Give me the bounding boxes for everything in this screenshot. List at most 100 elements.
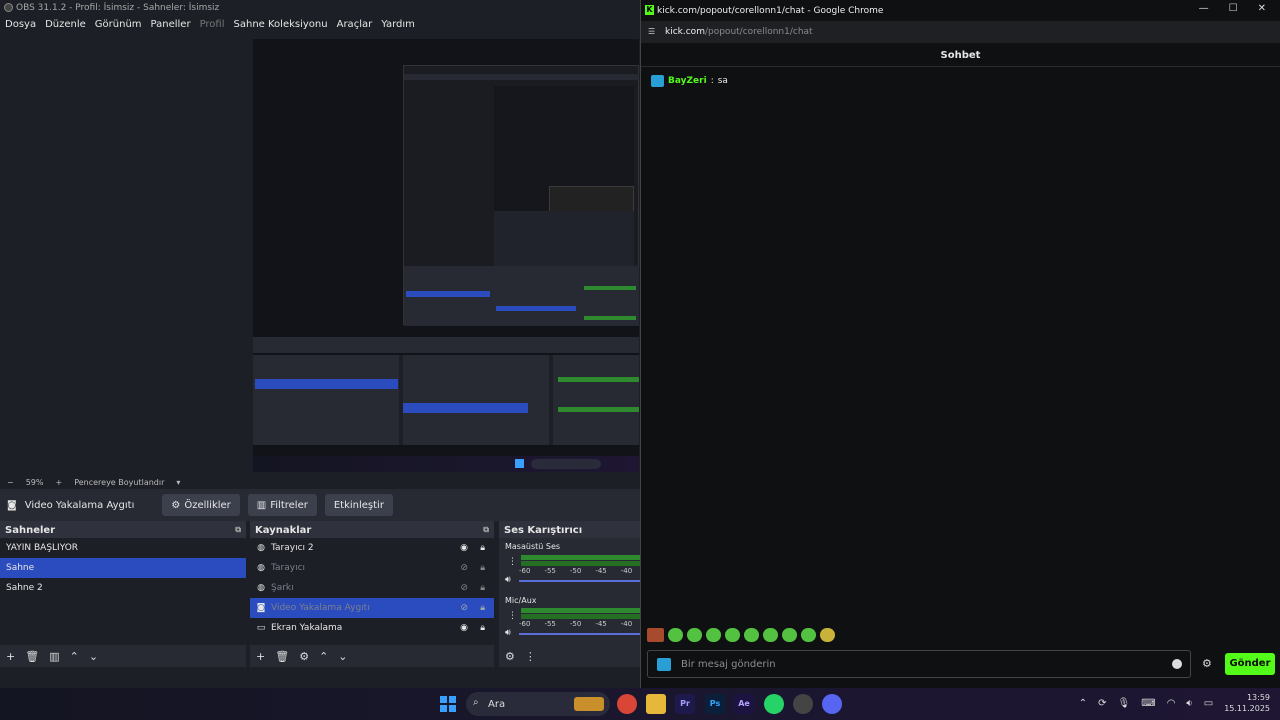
photoshop-icon[interactable]: Ps (705, 694, 725, 714)
lock-icon[interactable]: 🔒︎ (480, 583, 485, 593)
after-effects-icon[interactable]: Ae (734, 694, 754, 714)
preview-area (0, 34, 640, 474)
battery-icon[interactable]: ▭ (1204, 698, 1213, 709)
lock-icon[interactable]: 🔒︎ (480, 543, 485, 553)
emote-icon[interactable] (820, 628, 835, 642)
chat-input[interactable]: Bir mesaj gönderin (647, 650, 1191, 678)
source-name: Şarkı (271, 583, 294, 593)
emote-icon[interactable] (706, 628, 721, 642)
menu-sahne-koleksiyonu[interactable]: Sahne Koleksiyonu (234, 16, 328, 34)
source-item[interactable]: ▭ Ekran Yakalama ◉ 🔒︎ (250, 618, 494, 638)
activate-button[interactable]: Etkinleştir (324, 494, 393, 516)
eye-icon[interactable]: ◉ (460, 623, 468, 633)
context-bar: ◙ Video Yakalama Aygıtı ⚙ Özellikler ▥ Fil… (0, 489, 640, 521)
premiere-icon[interactable]: Pr (675, 694, 695, 714)
file-explorer-icon[interactable] (646, 694, 666, 714)
undock-icon[interactable]: ⧉ (235, 525, 241, 535)
filters-button[interactable]: ▥ Filtreler (247, 494, 317, 516)
volume-slider[interactable] (519, 580, 640, 582)
down-arrow-icon[interactable]: ⌄ (89, 650, 98, 663)
source-item[interactable]: ◍ Tarayıcı ⊘ 🔒︎ (250, 558, 494, 578)
up-arrow-icon[interactable]: ⌃ (70, 650, 79, 663)
sync-icon[interactable]: ⟳ (1098, 698, 1106, 709)
emote-icon[interactable] (687, 628, 702, 642)
clock[interactable]: 13:59 15.11.2025 (1224, 692, 1270, 714)
emoji-picker-icon[interactable] (1172, 659, 1182, 669)
menu-gorunum[interactable]: Görünüm (95, 16, 142, 34)
wifi-icon[interactable]: ◠ (1167, 698, 1176, 709)
channel-name: Mic/Aux (505, 596, 537, 605)
speaker-icon[interactable]: 🔊︎ (505, 575, 511, 585)
eye-hidden-icon[interactable]: ⊘ (460, 603, 468, 613)
chat-settings-gear-icon[interactable]: ⚙ (1202, 657, 1212, 670)
source-item[interactable]: ◍ Şarkı ⊘ 🔒︎ (250, 578, 494, 598)
globe-icon: ◍ (257, 563, 265, 573)
zoom-out-button[interactable]: − (7, 478, 14, 487)
source-item[interactable]: ◍ Tarayıcı 2 ◉ 🔒︎ (250, 538, 494, 558)
source-item[interactable]: ◙ Video Yakalama Aygıtı ⊘ 🔒︎ (250, 598, 494, 618)
zoom-in-button[interactable]: + (55, 478, 62, 487)
filter-icon[interactable]: ▥ (49, 650, 59, 663)
send-button[interactable]: Gönder (1225, 653, 1275, 675)
emote-icon[interactable] (782, 628, 797, 642)
windows-start-icon[interactable] (440, 696, 456, 712)
chevron-up-icon[interactable]: ⌃ (1079, 698, 1087, 709)
menu-paneller[interactable]: Paneller (151, 16, 191, 34)
add-icon[interactable]: + (256, 650, 265, 663)
address-bar[interactable]: ☰ kick.com/popout/corellonn1/chat (641, 21, 1280, 43)
volume-icon[interactable]: 🔉︎ (1186, 698, 1192, 709)
eye-hidden-icon[interactable]: ⊘ (460, 563, 468, 573)
speaker-icon[interactable]: 🔊︎ (505, 628, 511, 638)
properties-button[interactable]: ⚙ Özellikler (162, 494, 240, 516)
microphone-icon[interactable]: 🎙︎ (1118, 698, 1131, 709)
menu-duzenle[interactable]: Düzenle (45, 16, 86, 34)
chrome-icon[interactable] (617, 694, 637, 714)
trash-icon[interactable]: 🗑 (275, 650, 289, 663)
lock-icon[interactable]: 🔒︎ (480, 603, 485, 613)
add-icon[interactable]: + (6, 650, 15, 663)
globe-icon: ◍ (257, 583, 265, 593)
volume-slider[interactable] (519, 633, 640, 635)
lock-icon[interactable]: 🔒︎ (480, 563, 485, 573)
obs-window: OBS 31.1.2 - Profil: İsimsiz - Sahneler:… (0, 0, 640, 688)
scene-item[interactable]: Sahne (0, 558, 246, 578)
scene-item[interactable]: Sahne 2 (0, 578, 246, 598)
mixer-toolbar: ⚙ ⋮ (499, 645, 640, 667)
kebab-menu-icon[interactable]: ⋮ (508, 557, 517, 567)
down-arrow-icon[interactable]: ⌄ (338, 650, 347, 663)
menu-araclar[interactable]: Araçlar (337, 16, 373, 34)
eye-hidden-icon[interactable]: ⊘ (460, 583, 468, 593)
close-icon[interactable]: ✕ (1258, 3, 1266, 14)
preview-canvas[interactable] (253, 39, 639, 472)
eye-icon[interactable]: ◉ (460, 543, 468, 553)
undock-icon[interactable]: ⧉ (483, 525, 489, 535)
emote-icon[interactable] (668, 628, 683, 642)
gear-icon[interactable]: ⚙ (299, 650, 309, 663)
emote-icon[interactable] (763, 628, 778, 642)
app-icon[interactable] (793, 694, 813, 714)
site-info-icon[interactable]: ☰ (648, 27, 655, 36)
up-arrow-icon[interactable]: ⌃ (319, 650, 328, 663)
trash-icon[interactable]: 🗑 (25, 650, 39, 663)
kebab-menu-icon[interactable]: ⋮ (525, 650, 536, 663)
keyboard-icon[interactable]: ⌨ (1141, 698, 1155, 709)
maximize-icon[interactable]: ☐ (1229, 3, 1238, 14)
emote-icon[interactable] (744, 628, 759, 642)
menu-dosya[interactable]: Dosya (5, 16, 36, 34)
discord-icon[interactable] (822, 694, 842, 714)
emote-icon[interactable] (801, 628, 816, 642)
link-gear-icon[interactable]: ⚙ (505, 650, 515, 663)
emote-icon[interactable] (647, 628, 664, 642)
kebab-menu-icon[interactable]: ⋮ (508, 611, 517, 621)
menu-yardim[interactable]: Yardım (381, 16, 415, 34)
whatsapp-icon[interactable] (764, 694, 784, 714)
taskbar-search[interactable]: ⌕ Ara (466, 692, 610, 716)
minimize-icon[interactable]: — (1199, 3, 1209, 14)
lock-icon[interactable]: 🔒︎ (480, 623, 485, 633)
zoom-mode-dropdown-icon[interactable]: ▾ (176, 478, 180, 487)
chat-username[interactable]: BayZeri (668, 76, 707, 86)
emote-icon[interactable] (725, 628, 740, 642)
menu-profil[interactable]: Profil (200, 16, 225, 34)
properties-label: Özellikler (184, 499, 231, 511)
scene-item[interactable]: YAYIN BAŞLIYOR (0, 538, 246, 558)
